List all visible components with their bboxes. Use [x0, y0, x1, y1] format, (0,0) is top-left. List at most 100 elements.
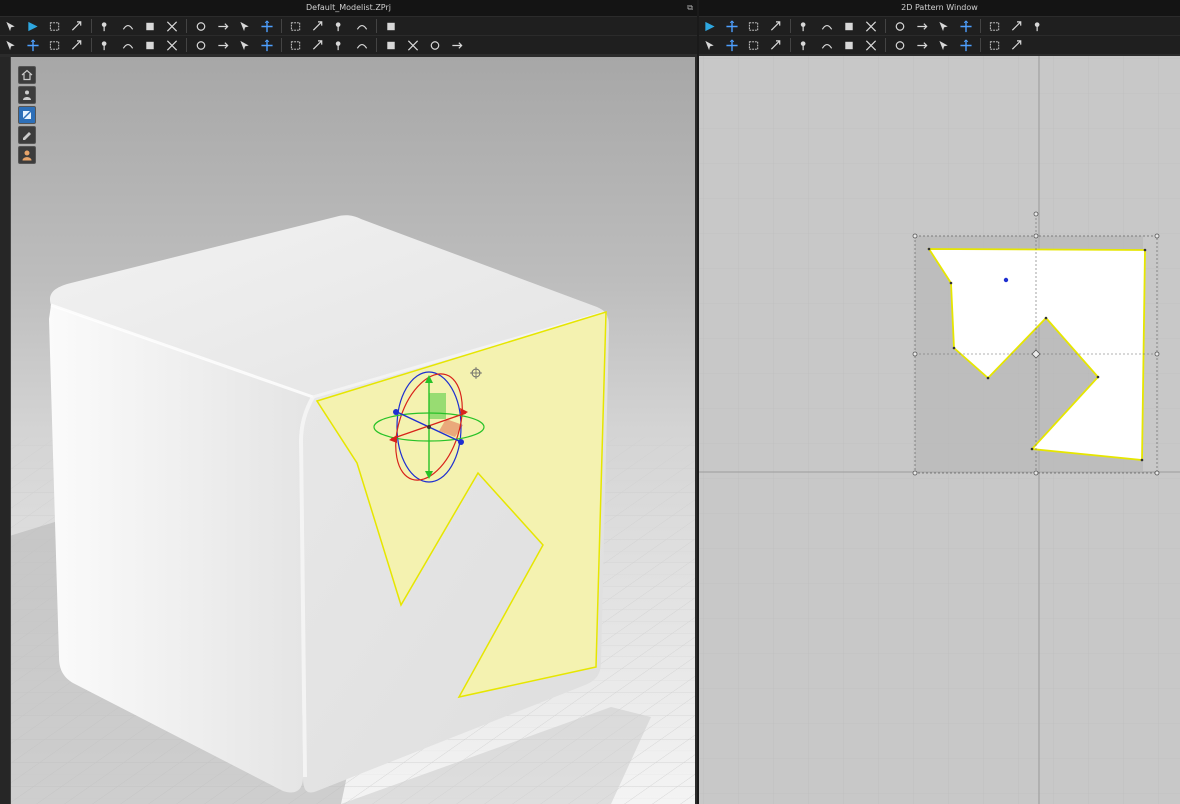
fold-icon[interactable] [119, 18, 137, 34]
zipper-icon[interactable] [891, 37, 909, 53]
free-sewing-icon[interactable] [723, 37, 741, 53]
arrange-icon[interactable] [163, 18, 181, 34]
fold-arrangement-icon[interactable] [24, 37, 42, 53]
baseline-icon[interactable] [1008, 37, 1026, 53]
toolbar-separator [885, 19, 886, 33]
elastic-icon[interactable] [309, 37, 327, 53]
rectangle-icon[interactable] [840, 18, 858, 34]
viewport-3d-window: Default_Modelist.ZPrj ⧉ [0, 0, 697, 804]
viewport-tool-stack [18, 66, 36, 164]
home-icon[interactable] [18, 66, 36, 84]
smooth-icon[interactable] [68, 37, 86, 53]
pin-icon[interactable] [97, 18, 115, 34]
grading-icon[interactable] [935, 37, 953, 53]
curvature-icon[interactable] [796, 18, 814, 34]
measure-icon[interactable] [913, 37, 931, 53]
circle-icon[interactable] [891, 18, 909, 34]
pattern-center-point[interactable] [1003, 277, 1009, 283]
toolbar-2d-row1 [699, 17, 1180, 35]
pattern-2d-titlebar: 2D Pattern Window [699, 0, 1180, 16]
puckering-seam-icon[interactable] [287, 37, 305, 53]
fold-icon[interactable] [986, 18, 1004, 34]
m-n-sewing-icon[interactable] [745, 37, 763, 53]
fabric-grain-icon[interactable] [818, 37, 836, 53]
pin-icon[interactable] [840, 37, 858, 53]
weld-icon[interactable] [331, 37, 349, 53]
avatar-render-icon[interactable] [18, 146, 36, 164]
toolbar-3d-row1 [0, 17, 697, 35]
toolbar-separator [376, 19, 377, 33]
topstitch-icon[interactable] [287, 18, 305, 34]
hanger-icon[interactable] [236, 18, 254, 34]
select-move-icon[interactable] [2, 18, 20, 34]
window-title: Default_Modelist.ZPrj [306, 3, 391, 12]
toolbar-separator [281, 19, 282, 33]
puckering-icon[interactable] [353, 18, 371, 34]
trace-icon[interactable] [957, 37, 975, 53]
pattern-canvas-svg [699, 56, 1180, 804]
pattern-2d-window: 2D Pattern Window [699, 0, 1180, 804]
toolbar-separator [790, 38, 791, 52]
left-edge-strip [0, 57, 10, 804]
toolbar-separator [980, 38, 981, 52]
tack-icon[interactable] [796, 37, 814, 53]
viewport-3d[interactable] [10, 57, 695, 804]
toolbar-separator [186, 38, 187, 52]
reset-icon[interactable] [448, 37, 466, 53]
hem-icon[interactable] [1030, 18, 1048, 34]
button-icon[interactable] [258, 18, 276, 34]
curve-icon[interactable] [767, 18, 785, 34]
graphic-icon[interactable] [192, 37, 210, 53]
toolbar-separator [186, 19, 187, 33]
elastic-icon[interactable] [986, 37, 1004, 53]
bone-icon[interactable] [426, 37, 444, 53]
line-icon[interactable] [382, 18, 400, 34]
edit-point-icon[interactable] [723, 18, 741, 34]
toolbar-separator [91, 19, 92, 33]
shrink-icon[interactable] [331, 18, 349, 34]
texture-view-icon[interactable] [18, 106, 36, 124]
toolbar-separator [376, 38, 377, 52]
add-point-icon[interactable] [745, 18, 763, 34]
dart-icon[interactable] [957, 18, 975, 34]
avatar-view-icon[interactable] [18, 86, 36, 104]
simulation-icon[interactable] [2, 37, 20, 53]
resize-icon[interactable] [68, 18, 86, 34]
maximize-icon[interactable]: ⧉ [687, 0, 693, 16]
edit-sewing-icon[interactable] [767, 37, 785, 53]
toolbar-separator [885, 38, 886, 52]
transform-icon[interactable] [24, 18, 42, 34]
cut-icon[interactable] [818, 18, 836, 34]
seam-icon[interactable] [236, 37, 254, 53]
zipper-icon[interactable] [119, 37, 137, 53]
toolbar-separator [790, 19, 791, 33]
tack-icon[interactable] [141, 18, 159, 34]
internal-rect-icon[interactable] [913, 18, 931, 34]
internal-circle-icon[interactable] [935, 18, 953, 34]
notch-icon[interactable] [1008, 18, 1026, 34]
pattern-canvas[interactable] [699, 56, 1180, 804]
measure-line-icon[interactable] [353, 37, 371, 53]
toolbar-2d-row2 [699, 36, 1180, 54]
edit-pattern-icon[interactable] [701, 18, 719, 34]
layer-icon[interactable] [97, 37, 115, 53]
box-select-icon[interactable] [46, 18, 64, 34]
scene-3d [11, 57, 695, 804]
toolbar-separator [91, 38, 92, 52]
trim-icon[interactable] [214, 37, 232, 53]
dimension-icon[interactable] [382, 37, 400, 53]
measure-icon[interactable] [214, 18, 232, 34]
puff-icon[interactable] [141, 37, 159, 53]
segment-sewing-icon[interactable] [701, 37, 719, 53]
avatar-icon[interactable] [192, 18, 210, 34]
steam-icon[interactable] [46, 37, 64, 53]
button-icon[interactable] [862, 37, 880, 53]
edit-view-icon[interactable] [18, 126, 36, 144]
window-title-2d: 2D Pattern Window [901, 3, 978, 12]
polygon-icon[interactable] [862, 18, 880, 34]
toolbar-separator [980, 19, 981, 33]
texture-icon[interactable] [163, 37, 181, 53]
pattern-icon[interactable] [404, 37, 422, 53]
tape-icon[interactable] [258, 37, 276, 53]
pleat-icon[interactable] [309, 18, 327, 34]
